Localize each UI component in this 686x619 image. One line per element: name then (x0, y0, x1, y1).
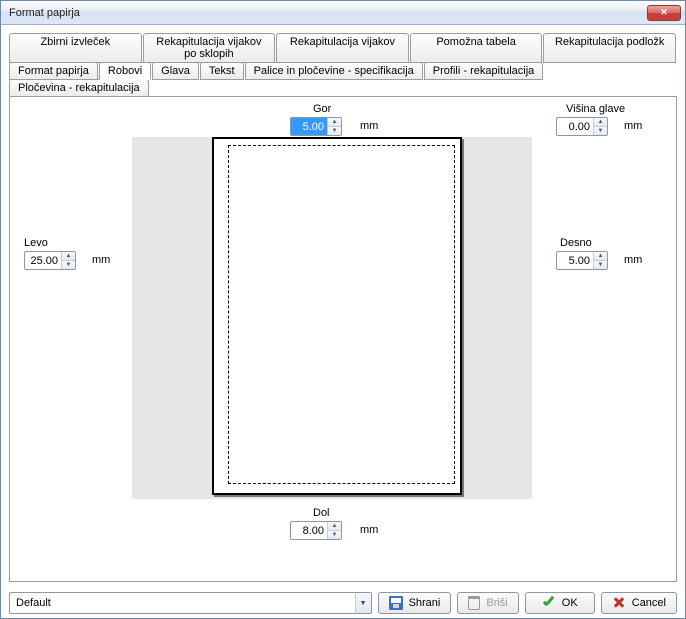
label-right-margin: Desno (560, 237, 592, 249)
unit-top-margin: mm (360, 120, 378, 132)
titlebar: Format papirja ✕ (1, 1, 685, 25)
tabs-row-2: Format papirja Robovi Glava Tekst Palice… (9, 62, 677, 96)
input-top-margin[interactable] (291, 118, 327, 135)
label-bottom-margin: Dol (313, 507, 330, 519)
tab-plocevina-rekap[interactable]: Pločevina - rekapitulacija (9, 79, 149, 97)
label-left-margin: Levo (24, 237, 48, 249)
spin-up-icon[interactable]: ▲ (328, 522, 341, 531)
trash-icon (468, 596, 480, 610)
spin-up-icon[interactable]: ▲ (594, 252, 607, 261)
spin-down-icon[interactable]: ▼ (62, 261, 75, 269)
profile-combo-text: Default (10, 597, 355, 609)
window-close-button[interactable]: ✕ (647, 5, 681, 21)
delete-button[interactable]: Briši (457, 592, 518, 614)
tab-format-papirja[interactable]: Format papirja (9, 62, 98, 80)
save-icon (389, 596, 403, 610)
tab-palice-plocevine[interactable]: Palice in pločevine - specifikacija (245, 62, 423, 80)
paper-printable-area (228, 145, 455, 484)
input-bottom-margin[interactable] (291, 522, 327, 539)
tab-profili-rekap[interactable]: Profili - rekapitulacija (424, 62, 543, 80)
paper-page (212, 137, 462, 495)
spin-bottom-margin[interactable]: ▲ ▼ (290, 521, 342, 540)
spin-up-icon[interactable]: ▲ (62, 252, 75, 261)
window-title: Format papirja (9, 7, 647, 19)
dialog-content: Zbirni izvleček Rekapitulacija vijakov p… (1, 25, 685, 618)
label-head-height: Višina glave (566, 103, 625, 115)
spin-top-margin[interactable]: ▲ ▼ (290, 117, 342, 136)
tab-rekap-podlozk[interactable]: Rekapitulacija podložk (543, 33, 676, 63)
check-icon (542, 596, 556, 610)
tab-tekst[interactable]: Tekst (200, 62, 244, 80)
spin-right-margin[interactable]: ▲ ▼ (556, 251, 608, 270)
tab-glava[interactable]: Glava (152, 62, 199, 80)
unit-bottom-margin: mm (360, 524, 378, 536)
close-icon: ✕ (660, 7, 668, 18)
tab-zbirni-izvlecek[interactable]: Zbirni izvleček (9, 33, 142, 63)
x-icon (612, 596, 626, 610)
save-button[interactable]: Shrani (378, 592, 452, 614)
spin-down-icon[interactable]: ▼ (328, 531, 341, 539)
paper-preview-area (132, 137, 532, 499)
cancel-button[interactable]: Cancel (601, 592, 677, 614)
tab-pomozn-tabela[interactable]: Pomožna tabela (410, 33, 543, 63)
ok-button[interactable]: OK (525, 592, 595, 614)
unit-left-margin: mm (92, 254, 110, 266)
spin-up-icon[interactable]: ▲ (594, 118, 607, 127)
tab-rekap-vijakov[interactable]: Rekapitulacija vijakov (276, 33, 409, 63)
spin-down-icon[interactable]: ▼ (594, 261, 607, 269)
tab-rekap-vijakov-sklopih[interactable]: Rekapitulacija vijakov po sklopih (143, 33, 276, 63)
chevron-down-icon[interactable]: ▼ (355, 593, 371, 613)
unit-right-margin: mm (624, 254, 642, 266)
spin-down-icon[interactable]: ▼ (328, 127, 341, 135)
profile-combo[interactable]: Default ▼ (9, 592, 372, 614)
unit-head-height: mm (624, 120, 642, 132)
footer-bar: Default ▼ Shrani Briši OK Cancel (9, 586, 677, 614)
tab-panel-robovi: Gor ▲ ▼ mm Višina glave ▲ ▼ mm (9, 96, 677, 582)
spin-down-icon[interactable]: ▼ (594, 127, 607, 135)
tab-robovi[interactable]: Robovi (99, 62, 151, 80)
spin-left-margin[interactable]: ▲ ▼ (24, 251, 76, 270)
label-top-margin: Gor (313, 103, 331, 115)
input-left-margin[interactable] (25, 252, 61, 269)
spin-head-height[interactable]: ▲ ▼ (556, 117, 608, 136)
spin-up-icon[interactable]: ▲ (328, 118, 341, 127)
input-head-height[interactable] (557, 118, 593, 135)
tabs-row-1: Zbirni izvleček Rekapitulacija vijakov p… (9, 33, 677, 62)
input-right-margin[interactable] (557, 252, 593, 269)
